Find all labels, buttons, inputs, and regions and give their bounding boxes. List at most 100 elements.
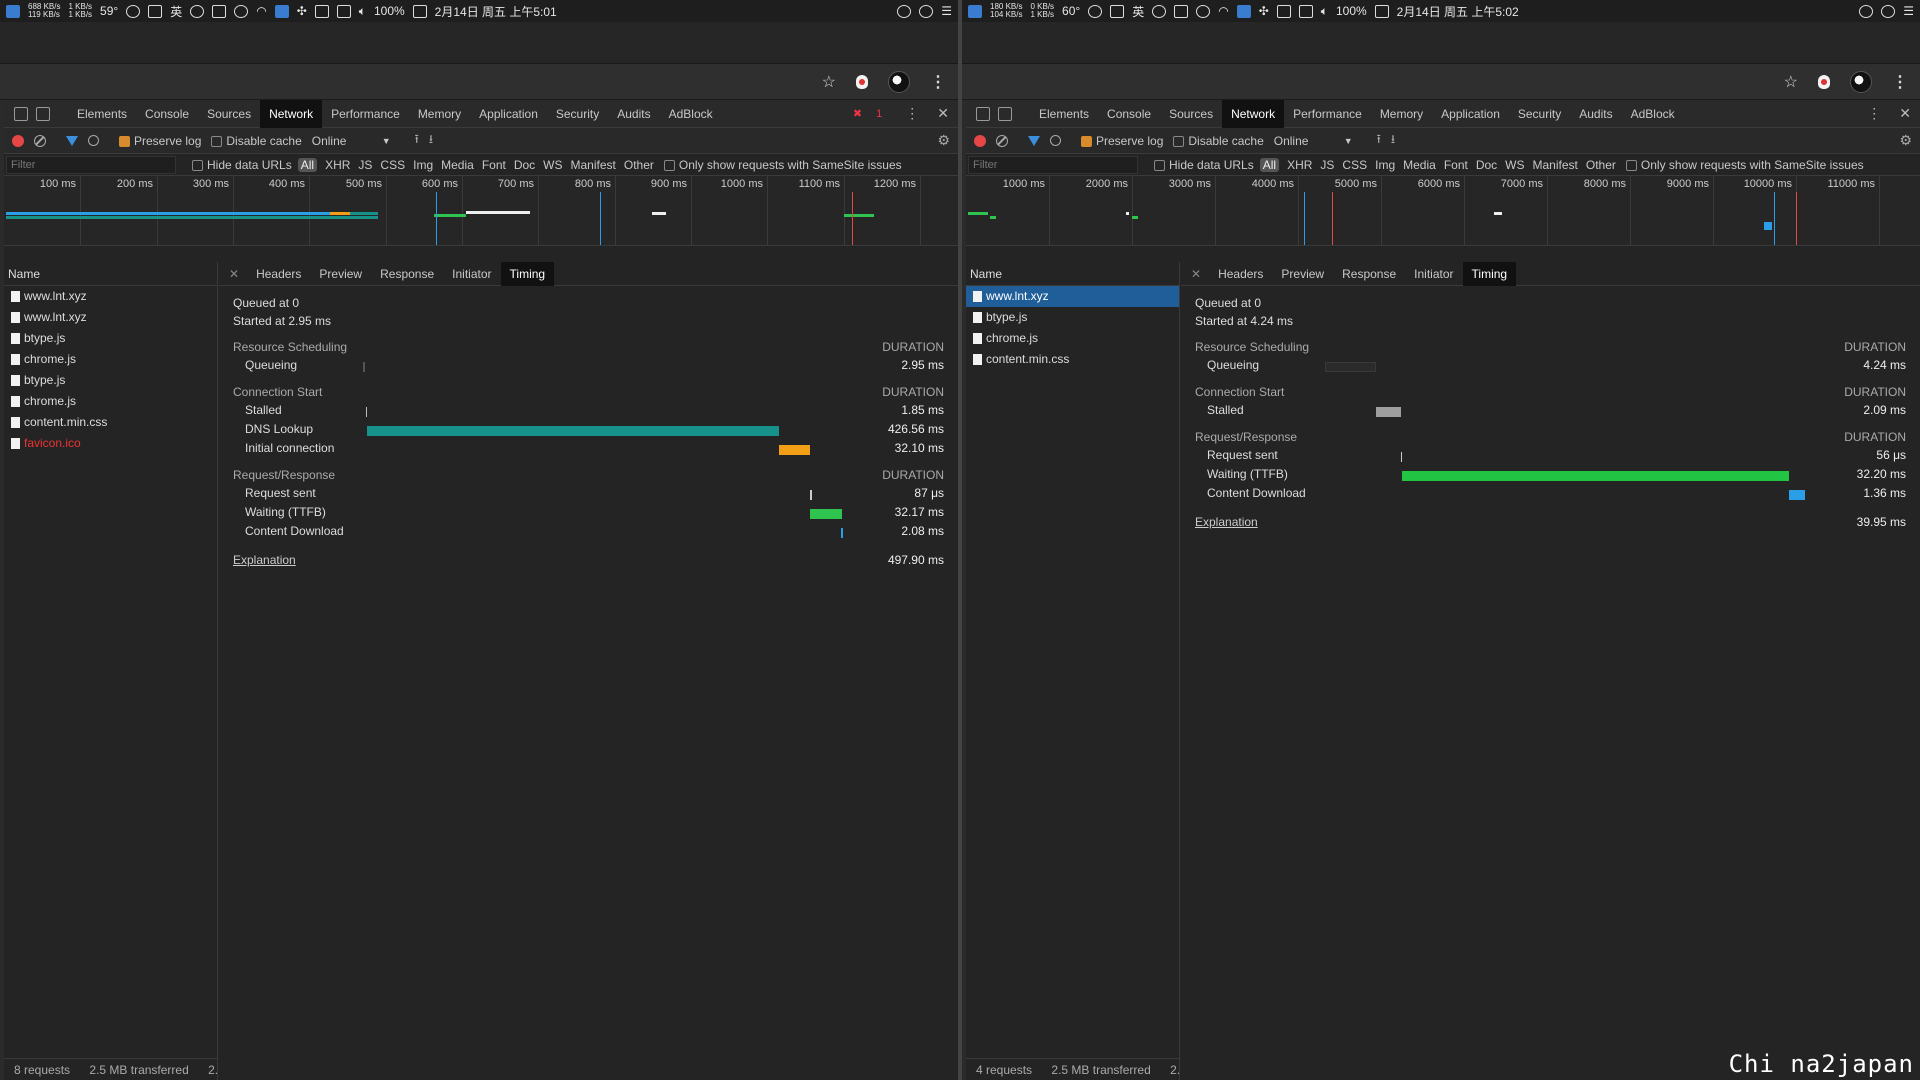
close-devtools-icon[interactable]: ✕ xyxy=(1890,105,1920,122)
sync-icon[interactable] xyxy=(336,4,351,18)
type-filter-ws[interactable]: WS xyxy=(1505,158,1524,172)
detail-tab-preview[interactable]: Preview xyxy=(1272,262,1333,286)
spotlight-icon[interactable] xyxy=(1859,4,1874,18)
type-filter-xhr[interactable]: XHR xyxy=(325,158,350,172)
app-icon[interactable] xyxy=(968,4,982,18)
inspect-element-icon[interactable] xyxy=(14,106,28,121)
export-har-icon[interactable]: ⭳ xyxy=(1391,130,1395,151)
tab-sources[interactable]: Sources xyxy=(1160,100,1222,128)
sync-icon[interactable] xyxy=(1298,4,1313,18)
time-machine-icon[interactable] xyxy=(234,4,249,18)
siri-icon[interactable] xyxy=(919,4,934,18)
extension-icon[interactable] xyxy=(856,75,868,89)
mouse-icon[interactable] xyxy=(1088,4,1103,18)
filter-input[interactable]: Filter xyxy=(6,155,176,174)
tab-elements[interactable]: Elements xyxy=(68,100,136,128)
detail-tab-initiator[interactable]: Initiator xyxy=(443,262,500,286)
type-filter-img[interactable]: Img xyxy=(1375,158,1395,172)
request-row[interactable]: chrome.js xyxy=(966,328,1179,349)
type-filter-font[interactable]: Font xyxy=(482,158,506,172)
request-row[interactable]: www.lnt.xyz xyxy=(966,286,1179,307)
throttling-select[interactable]: Online xyxy=(312,134,372,148)
tab-network[interactable]: Network xyxy=(260,99,323,128)
error-count-badge[interactable]: 1 xyxy=(876,108,882,120)
tab-memory[interactable]: Memory xyxy=(1371,100,1432,128)
grid-icon[interactable] xyxy=(212,4,227,18)
request-row[interactable]: www.lnt.xyz xyxy=(4,286,217,307)
hide-data-urls-checkbox[interactable]: Hide data URLs xyxy=(1154,158,1254,172)
chat-icon[interactable] xyxy=(1110,4,1125,18)
request-row[interactable]: content.min.css xyxy=(4,412,217,433)
time-machine-icon[interactable] xyxy=(1196,4,1211,18)
hide-data-urls-checkbox[interactable]: Hide data URLs xyxy=(192,158,292,172)
clear-icon[interactable] xyxy=(34,134,46,147)
type-filter-all[interactable]: All xyxy=(1259,157,1280,172)
gear-icon[interactable]: ⚙ xyxy=(937,132,950,149)
filter-input[interactable]: Filter xyxy=(968,155,1138,174)
globe-icon[interactable] xyxy=(1152,4,1167,18)
type-filter-doc[interactable]: Doc xyxy=(514,158,535,172)
type-filter-manifest[interactable]: Manifest xyxy=(1533,158,1578,172)
spotlight-icon[interactable] xyxy=(897,4,912,18)
browser-menu-icon[interactable]: ⋮ xyxy=(1892,72,1908,92)
devtools-menu-icon[interactable]: ⋮ xyxy=(1858,105,1890,122)
clear-icon[interactable] xyxy=(996,134,1008,147)
request-row[interactable]: btype.js xyxy=(4,328,217,349)
globe-icon[interactable] xyxy=(190,4,205,18)
type-filter-js[interactable]: JS xyxy=(358,158,372,172)
detail-tab-headers[interactable]: Headers xyxy=(1209,262,1272,286)
close-icon[interactable]: ✕ xyxy=(229,267,239,281)
chat-icon[interactable] xyxy=(148,4,163,18)
type-filter-css[interactable]: CSS xyxy=(380,158,405,172)
type-filter-img[interactable]: Img xyxy=(413,158,433,172)
input-method[interactable]: 英 xyxy=(1132,3,1144,20)
request-row[interactable]: chrome.js xyxy=(4,349,217,370)
import-har-icon[interactable]: ⭱ xyxy=(415,130,419,151)
clock[interactable]: 2月14日 周五 上午5:02 xyxy=(1397,3,1519,20)
tab-security[interactable]: Security xyxy=(547,100,608,128)
filter-icon[interactable] xyxy=(66,135,78,146)
export-har-icon[interactable]: ⭳ xyxy=(429,130,433,151)
clock[interactable]: 2月14日 周五 上午5:01 xyxy=(435,3,557,20)
profile-avatar[interactable] xyxy=(888,71,910,93)
wifi-icon[interactable]: ◠ xyxy=(1218,4,1228,18)
request-row[interactable]: chrome.js xyxy=(4,391,217,412)
wifi-icon[interactable]: ◠ xyxy=(256,4,266,18)
type-filter-other[interactable]: Other xyxy=(624,158,654,172)
battery-icon[interactable] xyxy=(1374,4,1389,18)
display-icon[interactable] xyxy=(1236,4,1251,18)
tab-security[interactable]: Security xyxy=(1509,100,1570,128)
filter-icon[interactable] xyxy=(1028,135,1040,146)
type-filter-js[interactable]: JS xyxy=(1320,158,1334,172)
type-filter-css[interactable]: CSS xyxy=(1342,158,1367,172)
close-devtools-icon[interactable]: ✕ xyxy=(928,105,958,122)
disable-cache-checkbox[interactable]: Disable cache xyxy=(211,134,302,148)
siri-icon[interactable] xyxy=(1881,4,1896,18)
tab-network[interactable]: Network xyxy=(1222,99,1285,128)
tab-adblock[interactable]: AdBlock xyxy=(1622,100,1684,128)
bookmark-star-icon[interactable]: ☆ xyxy=(1784,72,1798,92)
detail-tab-timing[interactable]: Timing xyxy=(500,261,555,286)
samesite-checkbox[interactable]: Only show requests with SameSite issues xyxy=(1625,158,1864,172)
record-button[interactable] xyxy=(12,134,24,147)
detail-tab-timing[interactable]: Timing xyxy=(1462,261,1517,286)
extension-icon[interactable] xyxy=(1818,75,1830,89)
keyboard-icon[interactable] xyxy=(1276,4,1291,18)
request-row[interactable]: btype.js xyxy=(966,307,1179,328)
input-method[interactable]: 英 xyxy=(170,3,182,20)
detail-tab-preview[interactable]: Preview xyxy=(310,262,371,286)
tab-audits[interactable]: Audits xyxy=(1570,100,1621,128)
type-filter-other[interactable]: Other xyxy=(1586,158,1616,172)
bluetooth-icon[interactable]: ✣ xyxy=(1259,4,1269,18)
request-row[interactable]: content.min.css xyxy=(966,349,1179,370)
request-row[interactable]: www.lnt.xyz xyxy=(4,307,217,328)
close-icon[interactable]: ✕ xyxy=(1191,267,1201,281)
tab-audits[interactable]: Audits xyxy=(608,100,659,128)
tab-console[interactable]: Console xyxy=(1098,100,1160,128)
profile-avatar[interactable] xyxy=(1850,71,1872,93)
type-filter-ws[interactable]: WS xyxy=(543,158,562,172)
browser-menu-icon[interactable]: ⋮ xyxy=(930,72,946,92)
name-column-header[interactable]: Name xyxy=(4,262,217,286)
grid-icon[interactable] xyxy=(1174,4,1189,18)
explanation-link[interactable]: Explanation xyxy=(1195,515,1258,529)
